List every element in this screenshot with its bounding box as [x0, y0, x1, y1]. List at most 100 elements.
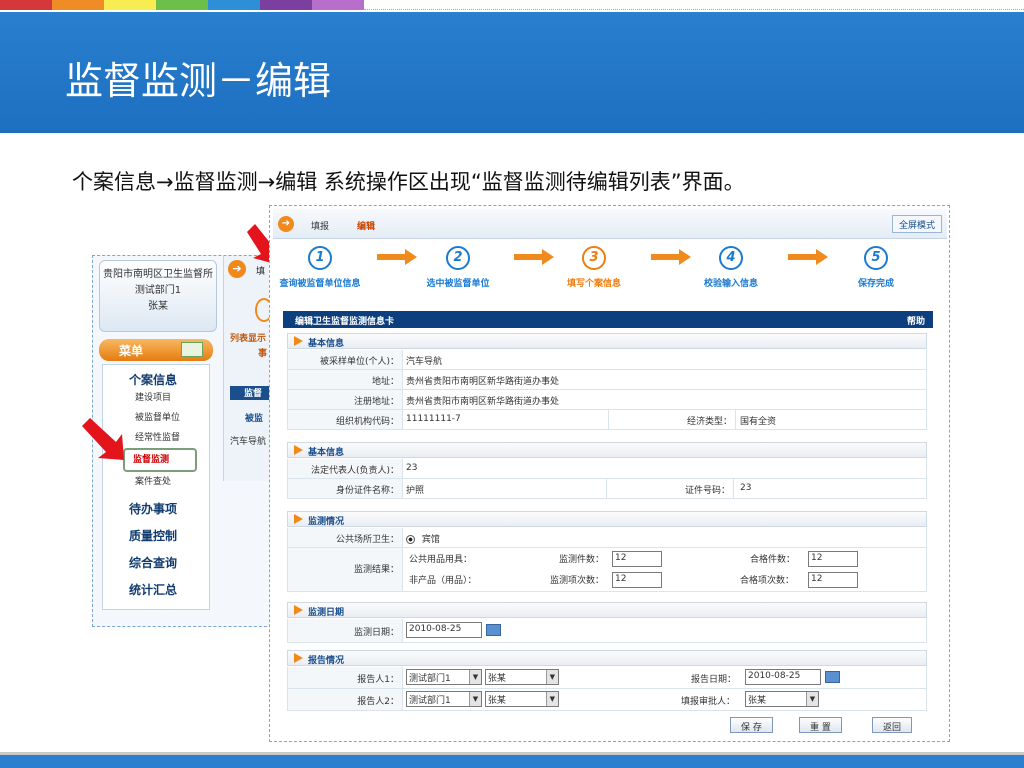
result-1-label: 公共用品用具： [409, 555, 473, 565]
monitor-date-control: 2010-08-25 [406, 622, 501, 638]
label-monitor-date: 监测日期： [288, 619, 403, 642]
label-id-no: 证件号码： [606, 479, 734, 498]
menu-group-stats[interactable]: 统计汇总 [103, 581, 209, 598]
reporter-2-name-value: 张某 [487, 696, 506, 706]
section-report[interactable]: 报告情况 [287, 650, 927, 666]
reporter-2-name-select[interactable]: 张某 ▼ [484, 691, 559, 707]
slide-title: 监督监测－编辑 [65, 59, 332, 103]
section-basic-info-2[interactable]: 基本信息 [287, 442, 927, 458]
breadcrumb-fill[interactable]: 填报 [311, 219, 329, 232]
help-link[interactable]: 帮助 [907, 314, 925, 327]
monitor-date-input[interactable]: 2010-08-25 [406, 622, 482, 638]
label-id-type: 身份证件名称： [288, 479, 403, 498]
result-1-ok-input[interactable]: 12 [808, 551, 858, 567]
menu-group-query[interactable]: 综合查询 [103, 554, 209, 571]
card-title: 编辑卫生监督监测信息卡 [295, 317, 395, 327]
fullscreen-button[interactable]: 全屏模式 [891, 215, 942, 233]
reporter-2-dept-select[interactable]: 测试部门1 ▼ [406, 691, 482, 707]
menu-item-case-handling[interactable]: 案件查处 [103, 472, 209, 492]
section-monitoring[interactable]: 监测情况 [287, 511, 927, 527]
row-reg-address: 注册地址： 贵州省贵阳市南明区新华路街道办事处 [287, 390, 927, 410]
radio-checked-icon[interactable] [406, 535, 415, 544]
user-name: 张某 [148, 301, 168, 312]
step-arrow-icon [788, 249, 828, 265]
result-1-count-input[interactable]: 12 [612, 551, 662, 567]
dropdown-arrow-icon[interactable]: ▼ [545, 670, 558, 684]
user-dept: 测试部门1 [134, 285, 182, 296]
row-monitor-result: 监测结果： 公共用品用具： 监测件数： 12 合格件数： 12 非产品（用品）：… [287, 548, 927, 592]
approver-select[interactable]: 张某 ▼ [745, 691, 819, 707]
partial-crumb: 填 [256, 267, 266, 277]
value-legal-rep: 23 [406, 463, 418, 473]
step-1-number: 1 [308, 246, 332, 270]
step-4-label: 校验输入信息 [703, 279, 758, 289]
step-1: 1 查询被监督单位信息 [265, 246, 375, 289]
slide-header: 监督监测－编辑 [0, 12, 1024, 133]
row-org-code: 组织机构代码： 11111111-7 经济类型： 国有全资 [287, 410, 927, 430]
label-reg-address: 注册地址： [288, 390, 403, 409]
row-address: 地址： 贵州省贵阳市南明区新华路街道办事处 [287, 370, 927, 390]
intro-text: 个案信息→监督监测→编辑 系统操作区出现“监督监测待编辑列表”界面。 [72, 170, 745, 194]
partial-header-label: 被监 [245, 414, 264, 424]
save-button[interactable]: 保 存 [730, 717, 773, 733]
result-2-count-input[interactable]: 12 [612, 572, 662, 588]
calendar-icon[interactable] [486, 624, 501, 636]
partial-red-text-line1: 列表显示 [230, 334, 267, 344]
result-1-count-label: 监测件数： [559, 555, 605, 565]
menu-group-case-info[interactable]: 个案信息 [103, 371, 209, 388]
radio-label: 宾馆 [421, 535, 440, 545]
calendar-icon[interactable] [825, 671, 840, 683]
nav-menu: 个案信息 建设项目 被监督单位 经常性监督 监督监测 案件查处 待办事项 质量控… [102, 364, 210, 610]
result-2-ok-input[interactable]: 12 [808, 572, 858, 588]
dropdown-arrow-icon[interactable]: ▼ [545, 692, 558, 706]
value-org-code: 11111111-7 [406, 414, 461, 424]
section-monitor-date[interactable]: 监测日期 [287, 602, 927, 618]
approver-value: 张某 [748, 696, 767, 706]
menu-group-quality[interactable]: 质量控制 [103, 527, 209, 544]
dropdown-arrow-icon[interactable]: ▼ [469, 670, 481, 684]
step-5-number: 5 [864, 246, 888, 270]
dropdown-arrow-icon[interactable]: ▼ [806, 692, 818, 706]
value-address: 贵州省贵阳市南明区新华路街道办事处 [406, 377, 560, 387]
step-2-number: 2 [446, 246, 470, 270]
partial-row: 汽车导航 [230, 437, 267, 447]
wizard-steps: 1 查询被监督单位信息 2 选中被监督单位 3 填写个案信息 4 校验输入信息 … [273, 246, 947, 302]
label-sampled-unit: 被采样单位(个人)： [288, 350, 403, 369]
label-reporter-1: 报告人1： [288, 667, 403, 688]
label-address: 地址： [288, 370, 403, 389]
value-econ-type: 国有全资 [740, 417, 777, 427]
menu-item-supervision-monitoring[interactable]: 监督监测 [123, 448, 197, 472]
row-reporter-2: 报告人2： 测试部门1 ▼ 张某 ▼ 填报审批人： 张某 ▼ [287, 689, 927, 711]
section-basic-info-1[interactable]: 基本信息 [287, 333, 927, 349]
dropdown-arrow-icon[interactable]: ▼ [469, 692, 481, 706]
partial-blue-bar: 监督 [230, 386, 274, 400]
mail-icon[interactable] [181, 342, 203, 357]
report-date-control: 2010-08-25 [745, 669, 840, 685]
back-button[interactable]: 返回 [872, 717, 913, 733]
reporter-1-controls: 测试部门1 ▼ 张某 ▼ [406, 669, 559, 685]
footer-bar [0, 752, 1024, 768]
toolbar: ➔ 填报 编辑 全屏模式 [273, 209, 947, 239]
result-1-ok-label: 合格件数： [750, 555, 796, 565]
reporter-2-dept-value: 测试部门1 [409, 696, 451, 706]
forward-arrow-icon: ➔ [278, 216, 294, 232]
menu-group-todo[interactable]: 待办事项 [103, 500, 209, 517]
menu-item-construction[interactable]: 建设项目 [103, 388, 209, 408]
result-2-ok-label: 合格项次数： [740, 576, 795, 586]
public-hygiene-radio[interactable]: 宾馆 [406, 532, 440, 545]
reporter-1-name-select[interactable]: 张某 ▼ [484, 669, 559, 685]
label-public-hygiene: 公共场所卫生： [288, 528, 403, 547]
step-3-label: 填写个案信息 [566, 279, 621, 289]
breadcrumb-edit[interactable]: 编辑 [357, 219, 375, 232]
reporter-1-dept-select[interactable]: 测试部门1 ▼ [406, 669, 482, 685]
reporter-1-name-value: 张某 [487, 674, 506, 684]
user-unit: 贵阳市南明区卫生监督所 [103, 269, 213, 280]
menu-label: 菜单 [119, 344, 144, 358]
report-date-input[interactable]: 2010-08-25 [745, 669, 821, 685]
forward-arrow-icon: ➔ [228, 260, 246, 278]
partial-red-text: 列表显示 事 [230, 332, 267, 362]
reset-button[interactable]: 重 置 [799, 717, 842, 733]
value-id-no: 23 [740, 483, 752, 493]
step-5-label: 保存完成 [857, 279, 894, 289]
menu-header[interactable]: 菜单 [99, 339, 213, 361]
